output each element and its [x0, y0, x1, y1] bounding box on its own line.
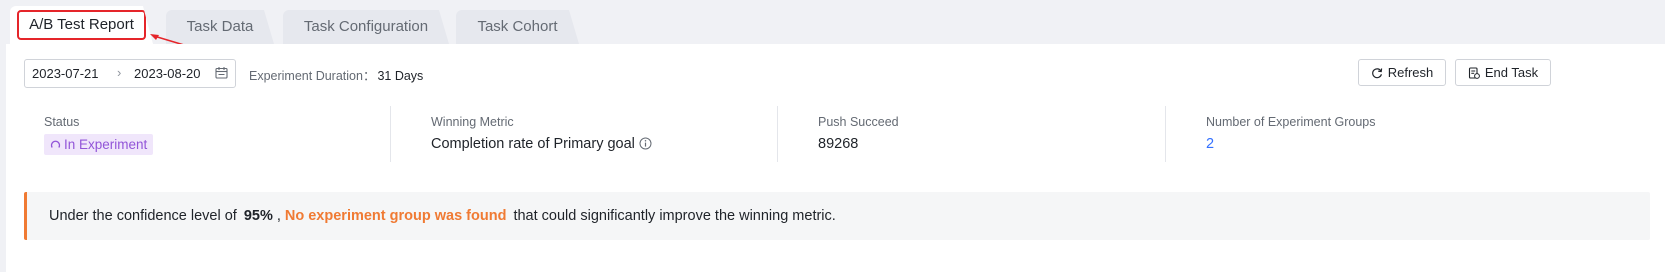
- notice-text: Under the confidence level of 95%, No expe…: [49, 192, 836, 240]
- winning-metric-value: Completion rate of Primary goal: [431, 136, 652, 152]
- tab-ab-test-report[interactable]: A/B Test Report: [10, 6, 153, 44]
- date-range-picker[interactable]: 2023-07-21 › 2023-08-20: [24, 59, 236, 88]
- status-label: Status: [44, 115, 80, 129]
- winning-metric-text: Completion rate of Primary goal: [431, 136, 635, 152]
- report-panel: 2023-07-21 › 2023-08-20 Experiment Durat…: [6, 44, 1665, 272]
- info-icon[interactable]: [639, 137, 652, 150]
- stat-divider: [1165, 106, 1166, 162]
- push-succeed-value: 89268: [818, 136, 859, 152]
- duration-label: Experiment Duration：: [249, 69, 376, 83]
- result-notice: Under the confidence level of 95%, No expe…: [24, 192, 1650, 240]
- experiment-groups-label: Number of Experiment Groups: [1206, 115, 1376, 129]
- tab-task-cohort[interactable]: Task Cohort: [456, 10, 579, 44]
- experiment-groups-value[interactable]: 2: [1206, 136, 1214, 152]
- push-succeed-label: Push Succeed: [818, 115, 899, 129]
- status-badge: In Experiment: [44, 134, 154, 155]
- refresh-icon: [1371, 67, 1382, 78]
- date-to[interactable]: 2023-08-20: [134, 66, 201, 81]
- experiment-duration: Experiment Duration： 31 Days: [249, 65, 423, 84]
- notice-confidence: 95%: [243, 208, 273, 224]
- refresh-label: Refresh: [1387, 65, 1434, 80]
- loading-icon: [50, 140, 61, 148]
- date-from[interactable]: 2023-07-21: [32, 66, 99, 81]
- tab-label: Task Data: [186, 18, 254, 35]
- notice-comma: ,: [276, 208, 281, 224]
- winning-metric-label: Winning Metric: [431, 115, 514, 129]
- stat-divider: [777, 106, 778, 162]
- tab-bar: A/B Test Report Task Data Task Configura…: [0, 0, 1665, 49]
- notice-suffix: that could significantly improve the win…: [513, 208, 836, 224]
- tab-label: A/B Test Report: [17, 10, 146, 40]
- tab-label: Task Cohort: [477, 18, 558, 35]
- tab-task-configuration[interactable]: Task Configuration: [283, 10, 449, 44]
- notice-prefix: Under the confidence level of: [49, 208, 237, 224]
- end-task-icon: [1468, 66, 1480, 79]
- stat-divider: [390, 106, 391, 162]
- end-task-label: End Task: [1484, 65, 1539, 80]
- summary-stats: Status In Experiment Winning Metric Comp…: [6, 104, 1665, 164]
- notice-highlight: No experiment group was found: [284, 208, 507, 224]
- refresh-button[interactable]: Refresh: [1358, 59, 1446, 86]
- chevron-right-icon: ›: [117, 65, 122, 80]
- tab-label: Task Configuration: [303, 18, 429, 35]
- calendar-icon[interactable]: [215, 66, 228, 79]
- end-task-button[interactable]: End Task: [1455, 59, 1551, 86]
- status-value: In Experiment: [64, 137, 148, 152]
- duration-value: 31 Days: [377, 69, 424, 83]
